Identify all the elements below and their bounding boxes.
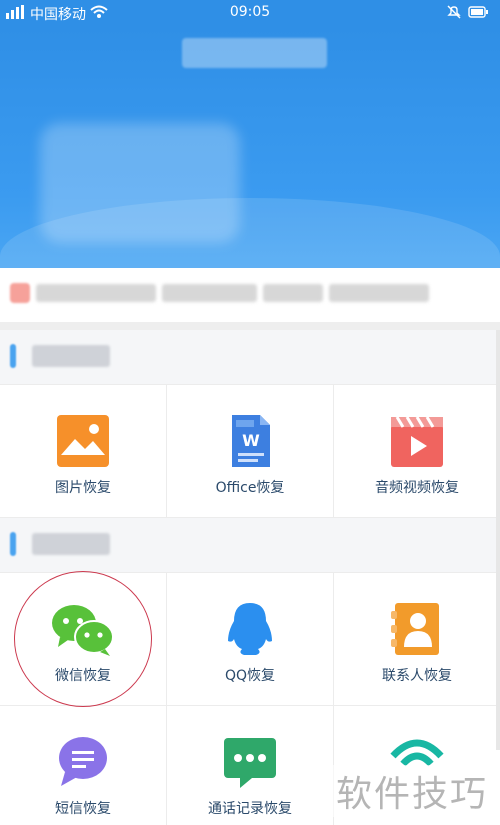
watermark: 软件技巧 bbox=[331, 765, 492, 817]
battery-icon bbox=[468, 5, 490, 23]
section-header-files bbox=[0, 330, 500, 385]
scroll-track bbox=[496, 330, 500, 750]
section-accent bbox=[10, 532, 16, 556]
header-title-blurred bbox=[182, 38, 327, 68]
section-header-social bbox=[0, 518, 500, 573]
image-icon bbox=[55, 413, 111, 469]
notice-text-blurred bbox=[36, 284, 156, 302]
status-right bbox=[446, 4, 490, 24]
app-screen: 中国移动 09:05 图片恢复 W Office恢复 音频视频恢复 微信恢复 Q… bbox=[0, 0, 500, 825]
notice-text-blurred bbox=[329, 284, 429, 302]
contacts-recovery-item[interactable]: 联系人恢复 bbox=[334, 573, 500, 705]
wechat-recovery-label: 微信恢复 bbox=[55, 668, 111, 684]
mute-icon bbox=[446, 4, 462, 24]
image-recovery-label: 图片恢复 bbox=[55, 480, 111, 496]
grid-row-social: 微信恢复 QQ恢复 联系人恢复 bbox=[0, 573, 500, 706]
notice-text-blurred bbox=[162, 284, 257, 302]
status-bar: 中国移动 09:05 bbox=[0, 0, 500, 28]
notice-icon bbox=[10, 283, 30, 303]
sms-icon bbox=[55, 734, 111, 790]
qq-recovery-item[interactable]: QQ恢复 bbox=[167, 573, 334, 705]
contacts-icon bbox=[389, 601, 445, 657]
video-icon bbox=[389, 413, 445, 469]
notice-bar[interactable] bbox=[10, 282, 490, 304]
office-recovery-item[interactable]: W Office恢复 bbox=[167, 385, 334, 517]
word-doc-icon: W bbox=[222, 413, 278, 469]
sms-recovery-item[interactable]: 短信恢复 bbox=[0, 706, 167, 825]
call-log-recovery-item[interactable]: 通话记录恢复 bbox=[167, 706, 334, 825]
section-accent bbox=[10, 344, 16, 368]
sms-recovery-label: 短信恢复 bbox=[55, 801, 111, 817]
section-title-blurred bbox=[32, 345, 110, 367]
svg-text:W: W bbox=[242, 431, 260, 450]
audio-video-recovery-label: 音频视频恢复 bbox=[375, 480, 459, 496]
image-recovery-item[interactable]: 图片恢复 bbox=[0, 385, 167, 517]
contacts-recovery-label: 联系人恢复 bbox=[382, 668, 452, 684]
divider bbox=[0, 322, 500, 330]
audio-video-recovery-item[interactable]: 音频视频恢复 bbox=[334, 385, 500, 517]
wechat-recovery-item[interactable]: 微信恢复 bbox=[0, 573, 167, 705]
call-log-recovery-label: 通话记录恢复 bbox=[208, 801, 292, 817]
qq-recovery-label: QQ恢复 bbox=[224, 668, 276, 684]
notice-text-blurred bbox=[263, 284, 323, 302]
call-log-icon bbox=[222, 734, 278, 790]
header-banner bbox=[0, 28, 500, 268]
section-title-blurred bbox=[32, 533, 110, 555]
wechat-icon bbox=[50, 601, 116, 657]
office-recovery-label: Office恢复 bbox=[215, 480, 285, 496]
grid-row-files: 图片恢复 W Office恢复 音频视频恢复 bbox=[0, 385, 500, 518]
status-time: 09:05 bbox=[229, 4, 271, 20]
qq-icon bbox=[222, 601, 278, 657]
